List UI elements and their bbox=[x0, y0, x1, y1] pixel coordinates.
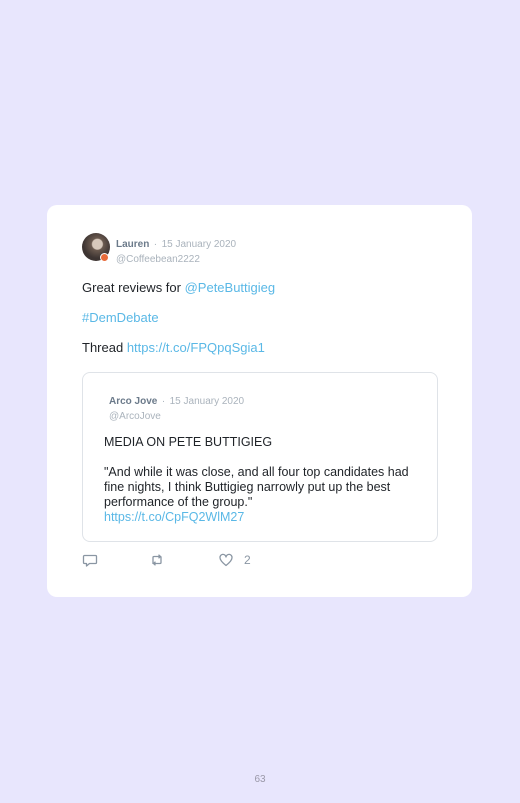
mention-link[interactable]: @PeteButtigieg bbox=[185, 280, 276, 295]
quoted-link[interactable]: https://t.co/CpFQ2WlM27 bbox=[104, 510, 244, 524]
retweet-button[interactable] bbox=[149, 552, 165, 568]
page-number: 63 bbox=[254, 774, 266, 785]
like-button[interactable]: 2 bbox=[218, 552, 251, 568]
author-name[interactable]: Lauren bbox=[116, 239, 149, 250]
author-handle[interactable]: @Coffeebean2222 bbox=[116, 254, 236, 265]
tweet-text-prefix: Thread bbox=[82, 340, 127, 355]
tweet-line: Thread https://t.co/FPQpqSgia1 bbox=[82, 340, 442, 356]
tweet-card: Lauren · 15 January 2020 @Coffeebean2222… bbox=[47, 205, 472, 597]
separator: · bbox=[153, 239, 158, 250]
tweet-date[interactable]: 15 January 2020 bbox=[162, 239, 237, 250]
reply-icon bbox=[82, 552, 98, 568]
like-count: 2 bbox=[244, 553, 251, 567]
quoted-headline: MEDIA ON PETE BUTTIGIEG bbox=[104, 435, 273, 449]
quoted-tweet-text: MEDIA ON PETE BUTTIGIEG "And while it wa… bbox=[104, 435, 424, 525]
quoted-tweet[interactable]: Arco Jove · 15 January 2020 @ArcoJove ME… bbox=[82, 372, 438, 542]
retweet-icon bbox=[149, 552, 165, 568]
tweet-text-prefix: Great reviews for bbox=[82, 280, 185, 295]
tweet-text: Great reviews for @PeteButtigieg #DemDeb… bbox=[82, 280, 442, 370]
quoted-author-handle[interactable]: @ArcoJove bbox=[109, 411, 244, 422]
quoted-author-block: Arco Jove · 15 January 2020 @ArcoJove bbox=[109, 391, 244, 422]
quoted-quote: "And while it was close, and all four to… bbox=[104, 465, 409, 509]
thread-link[interactable]: https://t.co/FPQpqSgia1 bbox=[127, 340, 265, 355]
action-bar: 2 bbox=[82, 552, 282, 570]
avatar-badge bbox=[100, 253, 109, 262]
tweet-line: #DemDebate bbox=[82, 310, 442, 326]
quoted-tweet-date[interactable]: 15 January 2020 bbox=[170, 396, 245, 407]
hashtag-link[interactable]: #DemDebate bbox=[82, 310, 159, 325]
quoted-author-name[interactable]: Arco Jove bbox=[109, 396, 157, 407]
tweet-line: Great reviews for @PeteButtigieg bbox=[82, 280, 442, 296]
author-block: Lauren · 15 January 2020 @Coffeebean2222 bbox=[116, 234, 236, 265]
reply-button[interactable] bbox=[82, 552, 98, 568]
heart-icon bbox=[218, 552, 234, 568]
separator: · bbox=[161, 396, 166, 407]
